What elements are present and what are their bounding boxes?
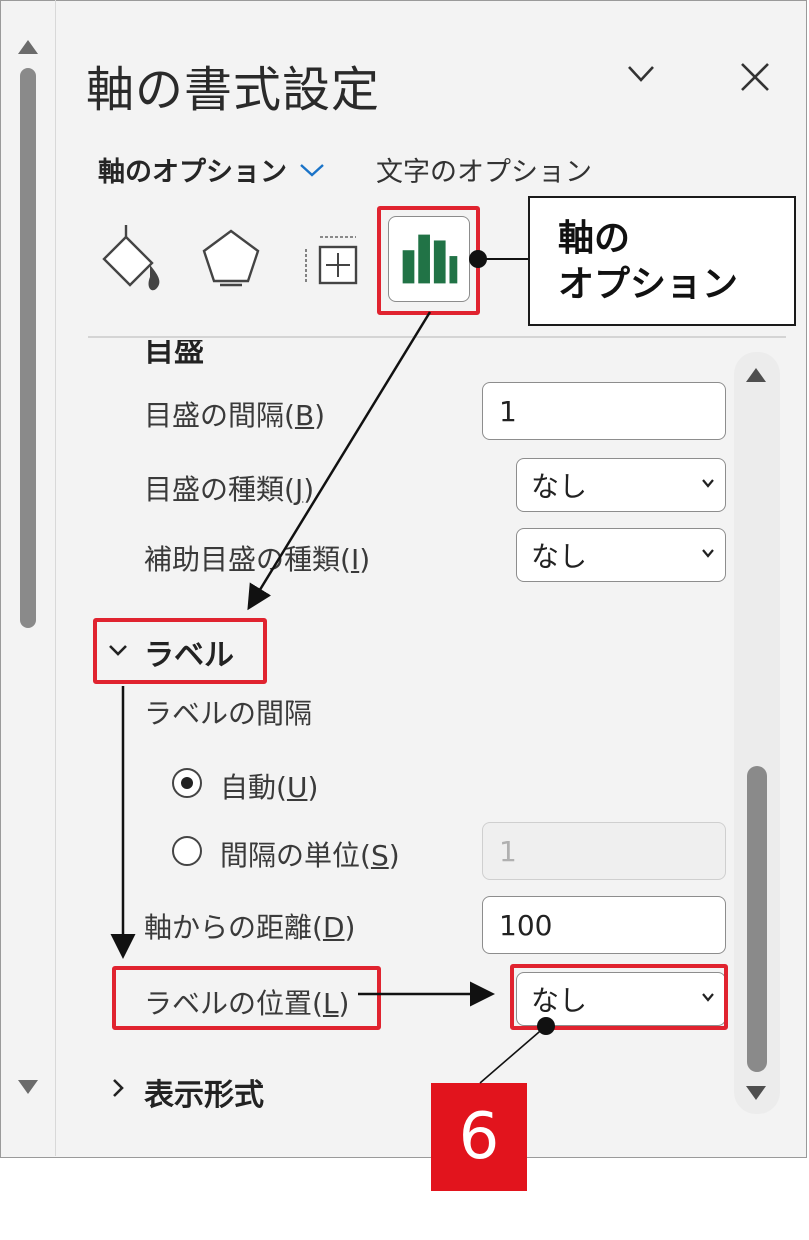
- annotation-overlay: [110, 250, 555, 1084]
- badge-connector-dot: [537, 1017, 555, 1035]
- badge-connector-line: [479, 1025, 547, 1084]
- callout-connector-dot: [469, 250, 487, 268]
- arrow-to-labels-section: [247, 311, 432, 611]
